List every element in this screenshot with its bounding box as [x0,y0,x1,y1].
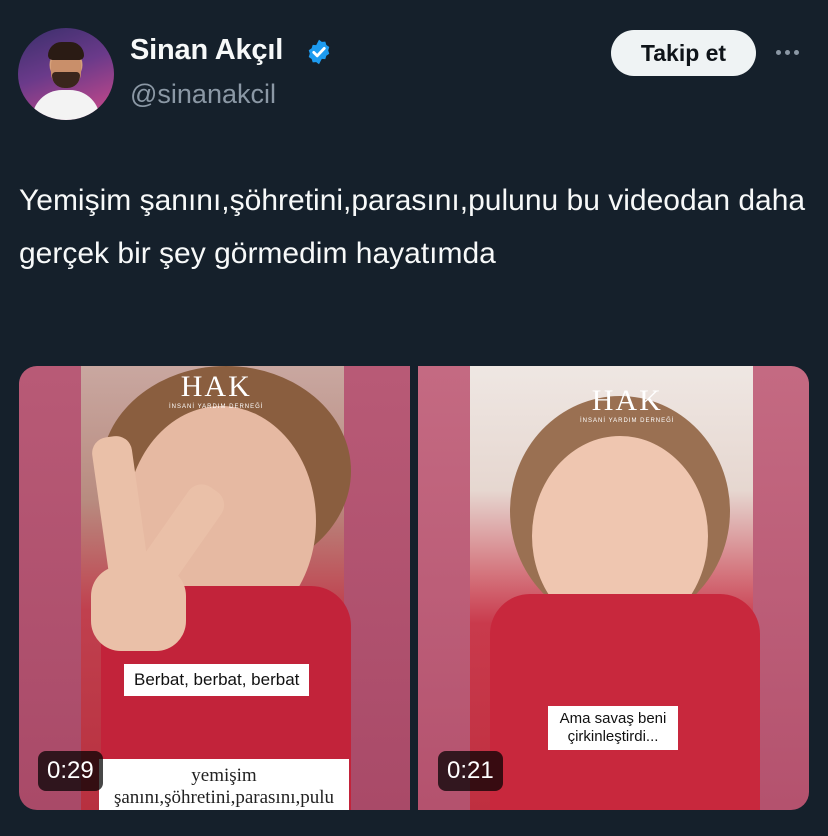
avatar-beard [52,72,80,88]
video-caption: yemişim şanını,şöhretini,parasını,pulu [99,759,349,810]
author-avatar[interactable] [18,28,114,120]
video-thumbnail-2[interactable]: HAK İNSANİ YARDIM DERNEĞİ Ama savaş beni… [418,366,809,810]
more-dot [776,49,781,55]
more-dot [794,49,799,55]
hak-watermark: HAK İNSANİ YARDIM DERNEĞİ [580,384,674,424]
follow-button[interactable]: Takip et [611,30,756,76]
video-subtitle: Berbat, berbat, berbat [124,664,310,696]
video-frame [81,366,351,810]
verified-badge-icon [308,39,330,65]
watermark-subtext: İNSANİ YARDIM DERNEĞİ [580,418,675,424]
author-name[interactable]: Sinan Akçıl [130,34,283,67]
video-thumbnail-1[interactable]: HAK İNSANİ YARDIM DERNEĞİ Berbat, berbat… [19,366,410,810]
hak-watermark: HAK İNSANİ YARDIM DERNEĞİ [169,370,263,410]
media-grid: HAK İNSANİ YARDIM DERNEĞİ Berbat, berbat… [19,366,809,810]
video-duration: 0:21 [438,751,503,791]
avatar-hair [48,42,84,60]
watermark-text: HAK [180,370,252,403]
child-sweater [490,594,760,810]
video-duration: 0:29 [38,751,103,791]
watermark-text: HAK [591,384,663,417]
author-handle[interactable]: @sinanakcil [130,79,276,110]
hand-palm [91,566,186,651]
watermark-subtext: İNSANİ YARDIM DERNEĞİ [169,404,264,410]
more-dot [785,49,790,55]
tweet-text: Yemişim şanını,şöhretini,parasını,pulunu… [19,184,806,270]
video-subtitle: Ama savaş beni çirkinleştirdi... [548,706,678,750]
avatar-shirt [32,90,100,120]
more-horizontal-icon[interactable] [776,42,806,62]
